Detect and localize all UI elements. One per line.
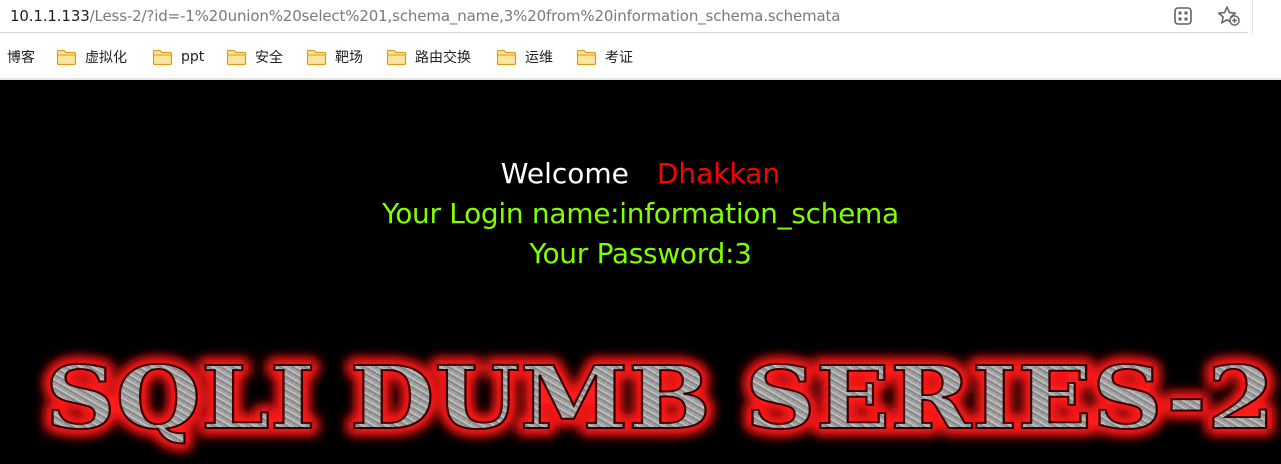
folder-icon [306,49,327,65]
bookmark-label: 博客 [7,50,35,66]
bookmark-label: ppt [181,49,205,65]
folder-icon [496,49,517,65]
folder-icon [386,49,407,65]
address-bar-divider [0,32,1248,33]
bookmarks-bar: 博客 虚拟化 ppt 安全 靶场 路由交换 运维 考证 [0,36,1281,78]
folder-icon [56,49,77,65]
folder-icon [152,49,173,65]
bookmark-label: 路由交换 [415,50,471,66]
bookmark-label: 安全 [255,50,283,66]
bookmark-folder-ops[interactable]: 运维 [496,46,553,68]
folder-icon [226,49,247,65]
bookmark-folder-certification[interactable]: 考证 [576,46,633,68]
url-host: 10.1.1.133 [10,7,90,25]
bookmark-folder-ppt[interactable]: ppt [152,46,204,68]
username-text: Dhakkan [656,157,781,190]
password-result: Your Password:3 [529,237,752,270]
bookmark-blog[interactable]: 博客 [7,46,35,68]
bookmark-label: 运维 [525,50,553,66]
welcome-text: Welcome [500,157,629,190]
url-text[interactable]: 10.1.1.133/Less-2/?id=-1%20union%20selec… [10,7,840,25]
welcome-line: Welcome Dhakkan [0,156,1281,192]
url-path: /Less-2/?id=-1%20union%20select%201,sche… [89,7,841,25]
address-bar[interactable]: 10.1.1.133/Less-2/?id=-1%20union%20selec… [0,0,1281,34]
sqli-banner: SQLI DUMB SERIES-2 SQLI DUMB SERIES-2 [40,343,1280,454]
qr-grid-icon[interactable] [1170,4,1196,28]
bookmark-folder-security[interactable]: 安全 [226,46,283,68]
login-name-result: Your Login name:information_schema [382,197,899,230]
bookmark-label: 考证 [605,50,633,66]
bookmark-label: 靶场 [335,50,363,66]
page-content: Welcome Dhakkan Your Login name:informati… [0,80,1281,464]
bookmark-folder-virtualization[interactable]: 虚拟化 [56,46,127,68]
bookmark-label: 虚拟化 [85,50,127,66]
star-add-icon[interactable] [1216,4,1242,28]
folder-icon [576,49,597,65]
bookmark-folder-routing[interactable]: 路由交换 [386,46,471,68]
toolbar-separator [1252,0,1253,34]
bookmark-folder-range[interactable]: 靶场 [306,46,363,68]
banner-title: SQLI DUMB SERIES-2 [45,348,1275,449]
